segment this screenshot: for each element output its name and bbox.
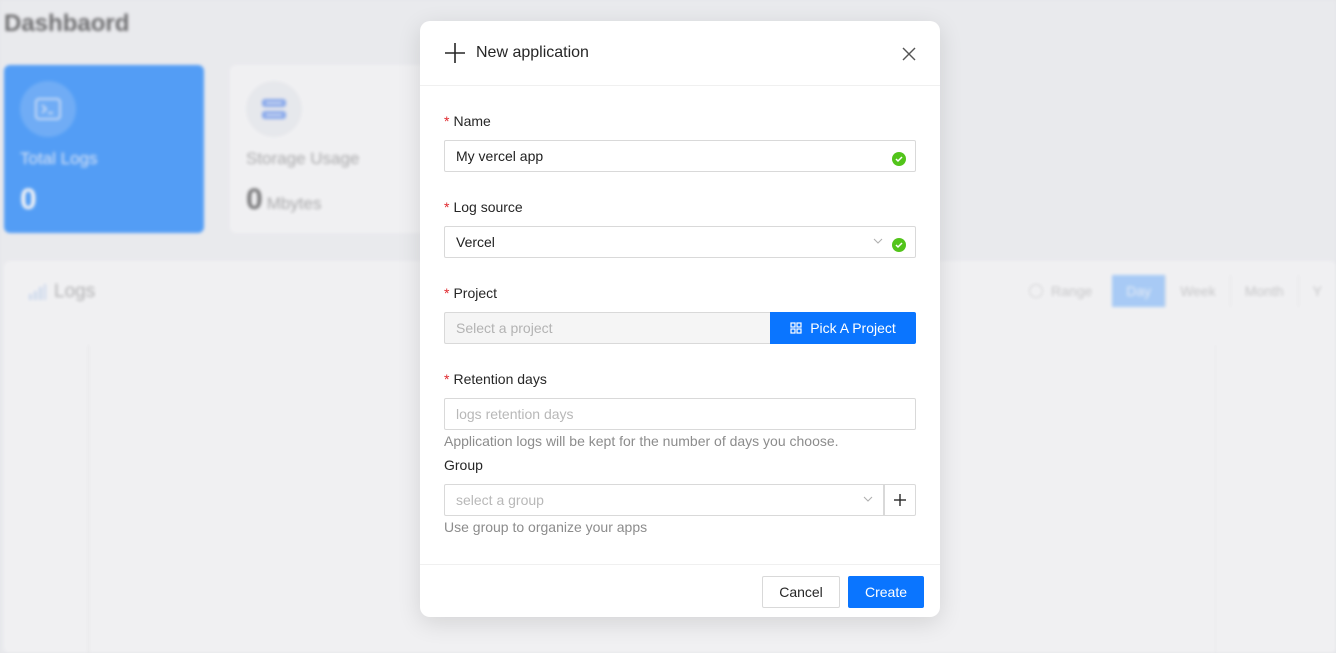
project-input[interactable]: Select a project bbox=[444, 312, 770, 344]
retention-days-input[interactable]: logs retention days bbox=[444, 398, 916, 430]
name-input-value: My vercel app bbox=[456, 148, 544, 164]
project-placeholder: Select a project bbox=[456, 320, 553, 336]
group-label-text: Group bbox=[444, 457, 483, 473]
required-mark: * bbox=[444, 285, 450, 301]
log-source-select[interactable]: Vercel bbox=[444, 226, 916, 258]
close-icon bbox=[902, 47, 916, 61]
log-source-label-text: Log source bbox=[453, 199, 523, 215]
create-button[interactable]: Create bbox=[848, 576, 924, 608]
cancel-button[interactable]: Cancel bbox=[762, 576, 840, 608]
name-input[interactable]: My vercel app bbox=[444, 140, 916, 172]
chevron-down-icon bbox=[863, 496, 873, 502]
group-placeholder: select a group bbox=[456, 492, 544, 508]
log-source-label: * Log source bbox=[444, 199, 523, 215]
check-circle-icon bbox=[892, 152, 906, 166]
chevron-down-icon bbox=[873, 238, 883, 244]
add-group-button[interactable] bbox=[884, 484, 916, 516]
modal-title: New application bbox=[476, 44, 589, 61]
required-mark: * bbox=[444, 113, 450, 129]
group-select[interactable]: select a group bbox=[444, 484, 884, 516]
project-label: * Project bbox=[444, 285, 497, 301]
retention-label: * Retention days bbox=[444, 371, 547, 387]
pick-project-label: Pick A Project bbox=[810, 320, 896, 336]
pick-project-button[interactable]: Pick A Project bbox=[770, 312, 916, 344]
group-label: Group bbox=[444, 457, 483, 473]
name-label: * Name bbox=[444, 113, 491, 129]
plus-icon bbox=[445, 43, 465, 63]
log-source-value: Vercel bbox=[456, 234, 495, 250]
retention-label-text: Retention days bbox=[453, 371, 547, 387]
group-help-text: Use group to organize your apps bbox=[444, 519, 648, 535]
grid-icon bbox=[790, 322, 802, 334]
required-mark: * bbox=[444, 199, 450, 215]
close-button[interactable] bbox=[898, 43, 920, 65]
required-mark: * bbox=[444, 371, 450, 387]
check-circle-icon bbox=[892, 238, 906, 252]
project-label-text: Project bbox=[453, 285, 498, 301]
name-label-text: Name bbox=[453, 113, 491, 129]
retention-placeholder: logs retention days bbox=[456, 406, 574, 422]
modal-header: New application bbox=[420, 21, 940, 86]
modal-footer: Cancel Create bbox=[420, 564, 940, 617]
new-application-modal: New application * Name My vercel app * Log… bbox=[420, 21, 940, 617]
retention-help-text: Application logs will be kept for the nu… bbox=[444, 433, 839, 449]
plus-icon bbox=[894, 494, 906, 506]
